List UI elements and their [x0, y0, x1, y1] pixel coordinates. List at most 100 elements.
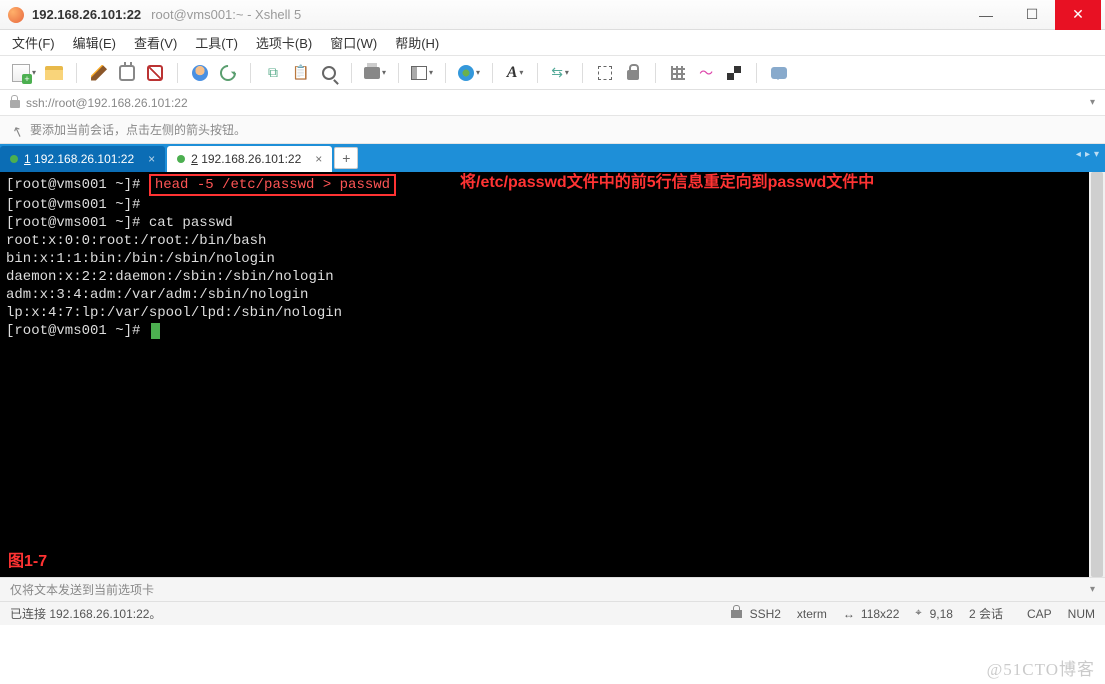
statusbar: 已连接 192.168.26.101:22。 SSH2 xterm ↔118x2…	[0, 601, 1105, 625]
tab-close-button[interactable]: ×	[148, 152, 155, 166]
menu-view[interactable]: 查看(V)	[134, 33, 177, 52]
new-session-button[interactable]: ▾	[10, 61, 38, 85]
profile-icon	[192, 65, 208, 81]
new-tab-button[interactable]: +	[334, 147, 358, 169]
chat-button[interactable]	[767, 61, 791, 85]
language-button[interactable]: ▾	[456, 61, 482, 85]
highlighted-command: head -5 /etc/passwd > passwd	[149, 174, 396, 196]
addressbar[interactable]: ssh://root@192.168.26.101:22 ▾	[0, 90, 1105, 116]
status-size: ↔118x22	[843, 607, 899, 621]
session-tabbar: 1 192.168.26.101:22 × 2 192.168.26.101:2…	[0, 144, 1105, 172]
terminal-scrollbar[interactable]	[1089, 172, 1105, 577]
compose-button[interactable]	[87, 61, 111, 85]
profile-button[interactable]	[188, 61, 212, 85]
tab-nav-right[interactable]: ▸	[1085, 149, 1090, 160]
chevron-down-icon[interactable]: ▾	[1090, 97, 1095, 108]
connect-button[interactable]	[115, 61, 139, 85]
session-tab-1[interactable]: 1 192.168.26.101:22 ×	[0, 146, 165, 172]
tab-nav-menu[interactable]: ▾	[1094, 149, 1099, 160]
menubar: 文件(F) 编辑(E) 查看(V) 工具(T) 选项卡(B) 窗口(W) 帮助(…	[0, 30, 1105, 56]
qr-button[interactable]	[722, 61, 746, 85]
menu-window[interactable]: 窗口(W)	[330, 33, 377, 52]
status-termtype: xterm	[797, 607, 827, 621]
window-title: 192.168.26.101:22	[32, 7, 141, 22]
arrow-icon[interactable]	[10, 123, 24, 137]
terminal-line: bin:x:1:1:bin:/bin:/sbin/nologin	[6, 250, 1099, 268]
figure-label: 图1-7	[8, 553, 47, 571]
minimize-button[interactable]: —	[963, 0, 1009, 30]
terminal-line: adm:x:3:4:adm:/var/adm:/sbin/nologin	[6, 286, 1099, 304]
status-num: NUM	[1068, 607, 1095, 621]
menu-edit[interactable]: 编辑(E)	[73, 33, 116, 52]
tab-label: 1 192.168.26.101:22	[24, 152, 134, 166]
find-button[interactable]	[317, 61, 341, 85]
terminal[interactable]: [root@vms001 ~]# head -5 /etc/passwd > p…	[0, 172, 1105, 577]
window-subtitle: root@vms001:~ - Xshell 5	[151, 7, 301, 22]
font-button[interactable]: A▾	[503, 61, 527, 85]
size-icon: ↔	[843, 607, 853, 621]
watermark: @51CTO博客	[987, 655, 1095, 680]
copy-button[interactable]: ⧉	[261, 61, 285, 85]
app-icon	[8, 7, 24, 23]
search-icon	[322, 66, 336, 80]
scrollbar-thumb[interactable]	[1091, 172, 1103, 577]
fullscreen-button[interactable]	[593, 61, 617, 85]
separator	[537, 63, 538, 83]
refresh-icon	[217, 61, 240, 84]
status-cursor: ⌖9,18	[915, 607, 953, 621]
terminal-line: [root@vms001 ~]# cat passwd	[6, 214, 1099, 232]
prompt: [root@vms001 ~]#	[6, 177, 140, 193]
address-url: ssh://root@192.168.26.101:22	[26, 96, 188, 110]
infobar: 要添加当前会话，点击左侧的箭头按钮。	[0, 116, 1105, 144]
font-icon: A	[507, 64, 518, 82]
menu-help[interactable]: 帮助(H)	[395, 33, 439, 52]
separator	[351, 63, 352, 83]
lock-icon	[10, 100, 20, 108]
menu-tabs[interactable]: 选项卡(B)	[256, 33, 312, 52]
transfer-button[interactable]: ⇆▾	[548, 61, 572, 85]
chevron-down-icon[interactable]: ▾	[1090, 584, 1095, 595]
menu-tools[interactable]: 工具(T)	[195, 33, 238, 52]
plug-icon	[119, 65, 135, 81]
status-dot-icon	[10, 155, 18, 163]
tile-button[interactable]	[666, 61, 690, 85]
lock-button[interactable]	[621, 61, 645, 85]
toolbar: ▾ ⧉ 📋 ▾ ▾ ▾ A▾ ⇆▾ 〜	[0, 56, 1105, 90]
tab-close-button[interactable]: ×	[315, 152, 322, 166]
paste-button[interactable]: 📋	[289, 61, 313, 85]
transfer-icon: ⇆	[551, 64, 563, 81]
grid-icon	[671, 66, 685, 80]
status-connection: 已连接 192.168.26.101:22。	[10, 605, 715, 622]
reconnect-button[interactable]	[216, 61, 240, 85]
window-controls: — ☐ ✕	[963, 0, 1101, 30]
close-button[interactable]: ✕	[1055, 0, 1101, 30]
send-text-bar[interactable]: 仅将文本发送到当前选项卡 ▾	[0, 577, 1105, 601]
disconnect-button[interactable]	[143, 61, 167, 85]
status-protocol: SSH2	[731, 607, 781, 621]
session-tab-2[interactable]: 2 192.168.26.101:22 ×	[167, 146, 332, 172]
open-session-button[interactable]	[42, 61, 66, 85]
tab-nav-arrows: ◂ ▸ ▾	[1076, 149, 1099, 160]
menu-file[interactable]: 文件(F)	[12, 33, 55, 52]
terminal-line: root:x:0:0:root:/root:/bin/bash	[6, 232, 1099, 250]
separator	[492, 63, 493, 83]
separator	[655, 63, 656, 83]
globe-icon	[458, 65, 474, 81]
layout-button[interactable]: ▾	[409, 61, 435, 85]
infobar-text: 要添加当前会话，点击左侧的箭头按钮。	[30, 121, 246, 138]
highlight-button[interactable]: 〜	[694, 61, 718, 85]
annotation-text: 将/etc/passwd文件中的前5行信息重定向到passwd文件中	[460, 174, 874, 192]
cursor	[151, 323, 160, 339]
print-button[interactable]: ▾	[362, 61, 388, 85]
terminal-line: daemon:x:2:2:daemon:/sbin:/sbin/nologin	[6, 268, 1099, 286]
maximize-button[interactable]: ☐	[1009, 0, 1055, 30]
wave-icon: 〜	[699, 63, 713, 83]
disconnect-icon	[147, 65, 163, 81]
tab-label: 2 192.168.26.101:22	[191, 152, 301, 166]
tab-nav-left[interactable]: ◂	[1076, 149, 1081, 160]
separator	[445, 63, 446, 83]
terminal-line: lp:x:4:7:lp:/var/spool/lpd:/sbin/nologin	[6, 304, 1099, 322]
status-dot-icon	[177, 155, 185, 163]
separator	[76, 63, 77, 83]
pencil-icon	[91, 65, 107, 81]
